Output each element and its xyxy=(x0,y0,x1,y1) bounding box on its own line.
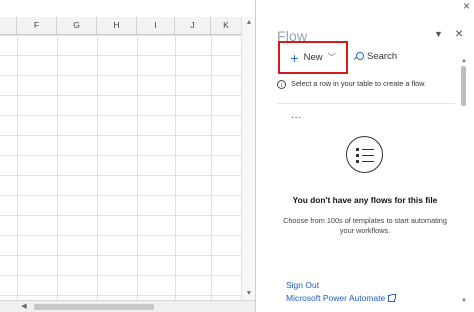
column-header-h[interactable]: H xyxy=(97,17,137,34)
power-automate-link-label: Microsoft Power Automate xyxy=(286,293,386,303)
list-bullet xyxy=(356,148,359,151)
search-icon xyxy=(354,52,364,61)
info-icon: i xyxy=(277,80,286,89)
list-bullet xyxy=(356,160,359,163)
empty-state-title: You don't have any flows for this file xyxy=(292,195,438,205)
flow-pane: × Flow ▼ × + New ﹀ Search i Select a row… xyxy=(256,0,474,312)
pane-top-strip: × xyxy=(256,0,474,14)
info-message: i Select a row in your table to create a… xyxy=(277,76,455,100)
column-headers: F G H I J K xyxy=(0,17,241,35)
pane-scroll-thumb[interactable] xyxy=(461,66,466,106)
column-header-j[interactable]: J xyxy=(175,17,211,34)
more-options-icon[interactable]: ... xyxy=(291,110,302,121)
column-header-i[interactable]: I xyxy=(137,17,175,34)
chevron-down-icon: ﹀ xyxy=(327,53,336,62)
scroll-down-arrow-icon[interactable]: ▼ xyxy=(459,298,469,304)
column-header-f[interactable]: F xyxy=(17,17,57,34)
spreadsheet-grid[interactable]: F G H I J K ▲ ▼ ◀ xyxy=(0,0,255,312)
column-header-partial[interactable] xyxy=(0,17,17,34)
scroll-up-arrow-icon[interactable]: ▲ xyxy=(242,17,255,29)
grid-line xyxy=(97,35,98,300)
external-link-icon xyxy=(388,293,397,302)
list-line xyxy=(362,161,374,163)
new-flow-button[interactable]: + New ﹀ xyxy=(278,41,348,74)
grid-line xyxy=(175,35,176,300)
search-button[interactable]: Search xyxy=(354,51,397,62)
empty-state-description: Choose from 100s of templates to start a… xyxy=(283,216,447,235)
close-icon[interactable]: × xyxy=(463,0,470,12)
divider xyxy=(277,103,455,104)
list-line xyxy=(362,155,374,157)
grid-line xyxy=(57,35,58,300)
grid-line xyxy=(211,35,212,300)
grid-line xyxy=(17,35,18,300)
plus-icon: + xyxy=(290,49,299,66)
info-text: Select a row in your table to create a f… xyxy=(291,79,427,88)
list-line xyxy=(362,149,374,151)
column-header-k[interactable]: K xyxy=(211,17,241,34)
horizontal-scroll-thumb[interactable] xyxy=(34,304,154,310)
close-pane-icon[interactable]: × xyxy=(455,25,463,41)
grid-line xyxy=(137,35,138,300)
column-header-g[interactable]: G xyxy=(57,17,97,34)
scroll-down-arrow-icon[interactable]: ▼ xyxy=(242,288,255,300)
search-button-label: Search xyxy=(367,51,398,62)
sign-out-link[interactable]: Sign Out xyxy=(286,280,319,290)
list-icon xyxy=(346,136,383,173)
pane-vertical-scrollbar[interactable]: ▲ ▼ xyxy=(459,58,469,312)
chevron-down-icon[interactable]: ▼ xyxy=(434,29,443,39)
scroll-up-arrow-icon[interactable]: ▲ xyxy=(459,58,469,64)
power-automate-link[interactable]: Microsoft Power Automate xyxy=(286,293,397,303)
scroll-left-arrow-icon[interactable]: ◀ xyxy=(18,301,30,312)
sheet-horizontal-scrollbar[interactable]: ◀ xyxy=(0,300,255,312)
sheet-vertical-scrollbar[interactable]: ▲ ▼ xyxy=(241,17,255,300)
cell-grid[interactable] xyxy=(0,35,241,300)
list-bullet xyxy=(356,154,359,157)
new-button-label: New xyxy=(303,52,323,63)
